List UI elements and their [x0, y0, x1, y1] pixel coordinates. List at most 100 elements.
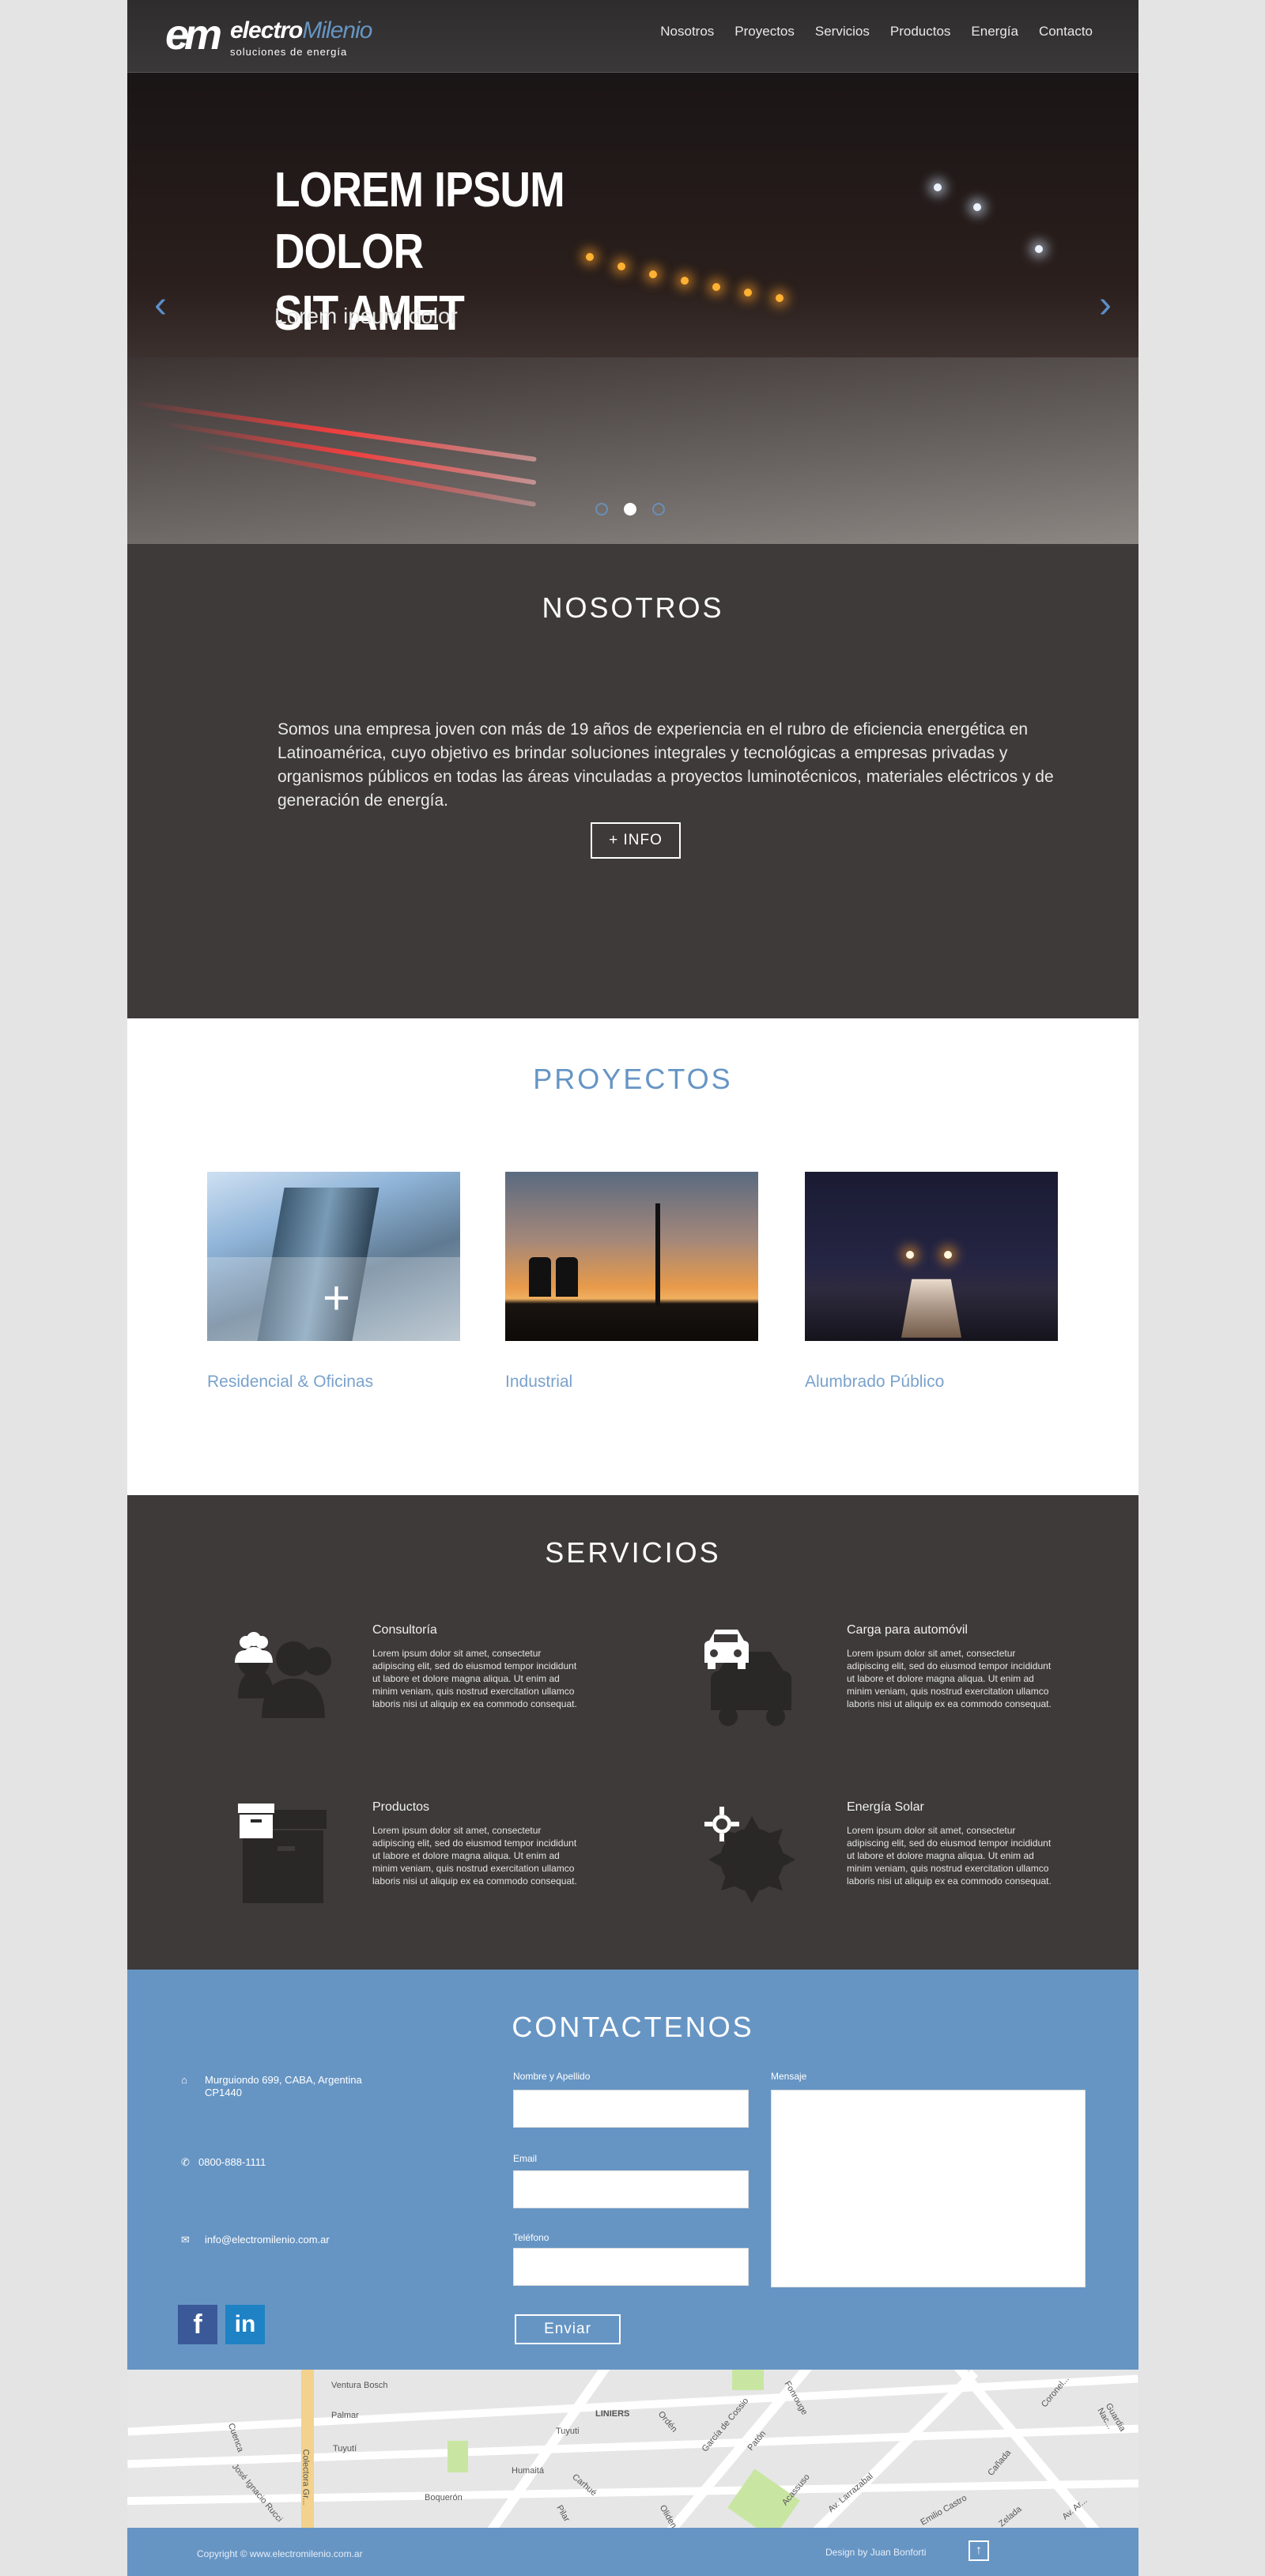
project-card-residencial[interactable]: + Residencial & Oficinas — [207, 1172, 460, 1392]
linkedin-icon[interactable]: in — [225, 2305, 265, 2344]
slider-dot-3[interactable] — [652, 503, 665, 516]
contacto-section: CONTACTENOS ⌂ Murguiondo 699, CABA, Arge… — [127, 1970, 1138, 2370]
light-trail-road — [901, 1279, 962, 1338]
hero-subtitle: Lorem ipsum dolor — [274, 304, 458, 328]
nav-item-nosotros[interactable]: Nosotros — [660, 24, 714, 40]
plus-icon: + — [323, 1271, 351, 1324]
service-energia-solar: Energía Solar Lorem ipsum dolor sit amet… — [697, 1800, 1139, 1951]
service-carga-automovil: Carga para automóvil Lorem ipsum dolor s… — [697, 1623, 1139, 1773]
service-title: Productos — [372, 1800, 430, 1814]
email-field[interactable] — [513, 2170, 749, 2208]
contacto-title: CONTACTENOS — [512, 2011, 754, 2043]
street-lamp — [973, 203, 981, 211]
nav-item-servicios[interactable]: Servicios — [815, 24, 870, 40]
name-label: Nombre y Apellido — [513, 2071, 591, 2082]
brand-logo[interactable]: em electroMilenio soluciones de energía — [165, 6, 372, 65]
cooling-tower — [529, 1257, 551, 1297]
map-label: LINIERS — [595, 2409, 630, 2419]
name-field[interactable] — [513, 2090, 749, 2128]
street-lamp — [1035, 245, 1043, 253]
map-label: Ventura Bosch — [331, 2381, 388, 2390]
service-title: Consultoría — [372, 1623, 437, 1637]
street-lamp — [681, 277, 689, 285]
map-label: Pilar — [554, 2503, 572, 2524]
map-park — [732, 2370, 764, 2390]
phone-field[interactable] — [513, 2248, 749, 2286]
project-image-residencial[interactable]: + — [207, 1172, 460, 1341]
map-label: Colectora Gr... — [300, 2449, 311, 2506]
chimney — [655, 1203, 660, 1306]
map-label: Tuyuti — [556, 2427, 580, 2436]
more-info-button[interactable]: + INFO — [591, 822, 681, 859]
send-button[interactable]: Enviar — [515, 2314, 621, 2344]
nav-item-energia[interactable]: Energía — [971, 24, 1018, 40]
slider-dot-2[interactable] — [624, 503, 636, 516]
copyright-text: Copyright © www.electromilenio.com.ar — [197, 2548, 363, 2559]
project-card-alumbrado[interactable]: Alumbrado Público — [805, 1172, 1058, 1392]
home-icon: ⌂ — [181, 2074, 187, 2086]
street-lamp — [744, 289, 752, 297]
facebook-icon[interactable]: f — [178, 2305, 217, 2344]
map-street — [127, 2424, 1138, 2468]
map-label: Tuyutí — [333, 2444, 357, 2453]
car-icon — [697, 1623, 807, 1734]
service-title: Energía Solar — [847, 1800, 924, 1814]
map-label: José Ignacio Rucci — [229, 2461, 285, 2525]
map-label: Av. Larrazabal — [826, 2471, 875, 2515]
sun-icon — [697, 1800, 807, 1911]
slider-prev-arrow-icon[interactable]: ‹ — [154, 286, 167, 324]
project-caption[interactable]: Industrial — [505, 1373, 758, 1392]
nosotros-text: Somos una empresa joven con más de 19 añ… — [278, 720, 1054, 810]
message-textarea[interactable] — [771, 2090, 1086, 2287]
logo-mark: em — [165, 11, 222, 59]
nav-item-proyectos[interactable]: Proyectos — [734, 24, 795, 40]
page: em electroMilenio soluciones de energía … — [127, 0, 1138, 2576]
hero-slider: LOREM IPSUM DOLOR SIT AMET Lorem ipsum d… — [127, 73, 1138, 544]
map-label: Oliden — [657, 2503, 679, 2528]
map-label: Emilio Castro — [919, 2493, 969, 2528]
street-lamp — [944, 1251, 952, 1259]
slider-next-arrow-icon[interactable]: › — [1099, 286, 1112, 324]
envelope-icon: ✉ — [181, 2234, 190, 2246]
hero-road-image — [127, 357, 1138, 544]
nosotros-title: NOSOTROS — [542, 591, 724, 624]
phone-number[interactable]: 0800-888-1111 — [198, 2156, 266, 2168]
slider-dot-1[interactable] — [595, 503, 608, 516]
slider-dots — [595, 503, 665, 516]
phone-label: Teléfono — [513, 2232, 549, 2243]
servicios-section: SERVICIOS Consultoría Lorem ipsum dolor … — [127, 1495, 1138, 1970]
map-label: Humaitá — [512, 2466, 544, 2476]
footer: Copyright © www.electromilenio.com.ar De… — [127, 2528, 1138, 2576]
address-line1: Murguiondo 699, CABA, Argentina — [205, 2074, 362, 2086]
street-lamp — [712, 283, 720, 291]
project-caption[interactable]: Alumbrado Público — [805, 1373, 1058, 1392]
service-productos: Productos Lorem ipsum dolor sit amet, co… — [222, 1800, 665, 1951]
street-lamp — [906, 1251, 914, 1259]
logo-name: electroMilenio — [230, 17, 372, 43]
location-map[interactable]: Ventura Bosch Palmar Tuyutí Humaitá Boqu… — [127, 2370, 1138, 2528]
email-item: ✉ info@electromilenio.com.ar — [181, 2234, 330, 2246]
project-caption[interactable]: Residencial & Oficinas — [207, 1373, 460, 1392]
design-credit: Design by Juan Bonforti — [825, 2547, 927, 2558]
street-lamp — [776, 294, 784, 302]
nav-item-contacto[interactable]: Contacto — [1039, 24, 1093, 40]
map-label: Ordén — [655, 2409, 679, 2434]
email-address[interactable]: info@electromilenio.com.ar — [205, 2234, 330, 2246]
street-lamp — [934, 183, 942, 191]
service-consultoria: Consultoría Lorem ipsum dolor sit amet, … — [222, 1623, 665, 1773]
back-to-top-icon[interactable]: ↑ — [969, 2540, 989, 2561]
project-image-alumbrado[interactable] — [805, 1172, 1058, 1341]
email-label: Email — [513, 2153, 538, 2164]
service-text: Lorem ipsum dolor sit amet, consectetur … — [372, 1648, 577, 1709]
project-card-industrial[interactable]: Industrial — [505, 1172, 758, 1392]
project-image-industrial[interactable] — [505, 1172, 758, 1341]
proyectos-title: PROYECTOS — [533, 1063, 733, 1095]
main-menu: Nosotros Proyectos Servicios Productos E… — [660, 24, 1093, 40]
cooling-tower — [556, 1257, 578, 1297]
service-text: Lorem ipsum dolor sit amet, consectetur … — [847, 1648, 1052, 1709]
service-text: Lorem ipsum dolor sit amet, consectetur … — [847, 1825, 1052, 1887]
group-icon — [222, 1623, 333, 1734]
servicios-title: SERVICIOS — [545, 1536, 721, 1569]
nav-item-productos[interactable]: Productos — [890, 24, 951, 40]
map-park — [447, 2441, 468, 2472]
